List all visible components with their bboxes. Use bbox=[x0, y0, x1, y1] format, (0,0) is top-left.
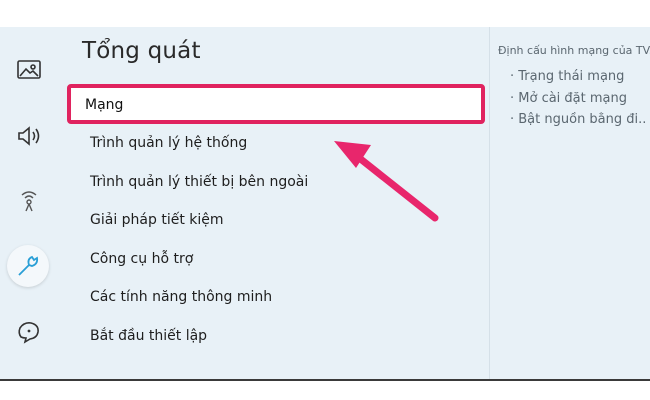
description-item: · Bật nguồn bằng đi... bbox=[510, 112, 645, 127]
wrench-icon[interactable] bbox=[7, 245, 49, 287]
page-title: Tổng quát bbox=[82, 38, 201, 64]
description-item: · Mở cài đặt mạng bbox=[510, 91, 627, 106]
settings-sidebar bbox=[0, 27, 58, 379]
menu-item-network[interactable]: Mạng bbox=[67, 84, 485, 124]
menu-item-smart-features[interactable]: Các tính năng thông minh bbox=[90, 289, 272, 305]
menu-item-label: Mạng bbox=[85, 97, 124, 113]
sound-icon[interactable] bbox=[10, 117, 48, 155]
picture-icon[interactable] bbox=[10, 51, 48, 89]
broadcast-icon[interactable] bbox=[10, 181, 48, 219]
menu-item-eco-solution[interactable]: Giải pháp tiết kiệm bbox=[90, 212, 224, 228]
menu-item-external-device-manager[interactable]: Trình quản lý thiết bị bên ngoài bbox=[90, 174, 308, 190]
description-title: Định cấu hình mạng của TV. bbox=[498, 44, 650, 57]
menu-item-system-manager[interactable]: Trình quản lý hệ thống bbox=[90, 135, 247, 151]
menu-item-start-setup[interactable]: Bắt đầu thiết lập bbox=[90, 328, 207, 344]
tv-settings-screen: Tổng quát Mạng Trình quản lý hệ thống Tr… bbox=[0, 27, 650, 379]
menu-item-accessibility[interactable]: Công cụ hỗ trợ bbox=[90, 251, 193, 267]
panel-divider bbox=[489, 27, 490, 379]
description-item: · Trạng thái mạng bbox=[510, 69, 625, 84]
screen-bottom-border bbox=[0, 379, 650, 381]
support-icon[interactable] bbox=[10, 313, 48, 351]
